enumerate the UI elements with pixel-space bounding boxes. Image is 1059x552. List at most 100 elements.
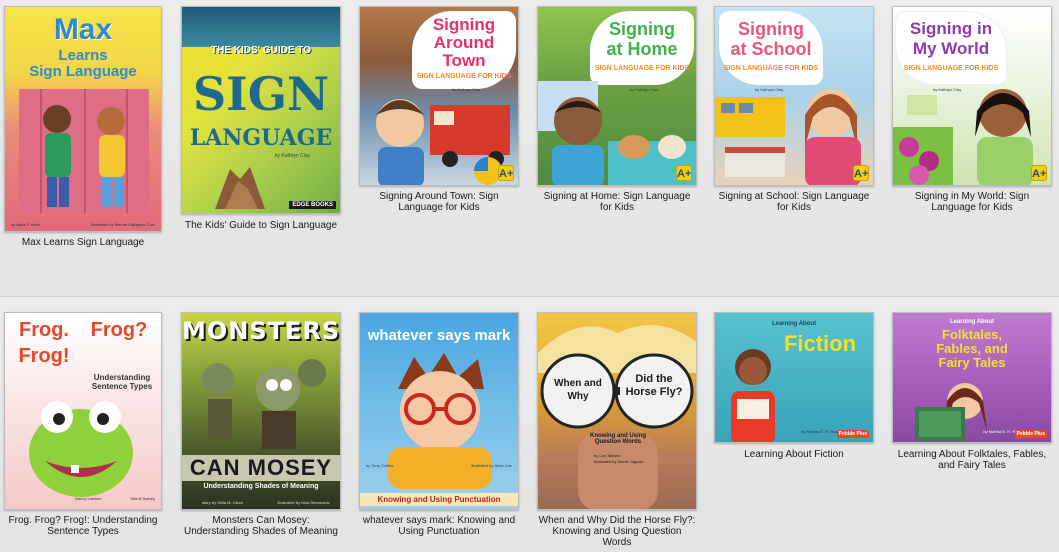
cover-title-line: Signing in [909, 19, 993, 38]
cover-series: SIGN LANGUAGE FOR KIDS [416, 73, 512, 80]
cover-title-line: whatever says mark [367, 327, 511, 344]
a-plus-badge-icon: A+ [676, 165, 692, 181]
book-title[interactable]: The Kids' Guide to Sign Language [181, 220, 341, 231]
book-title[interactable]: Signing at Home: Sign Language for Kids [537, 191, 697, 213]
cover-author: by Kathryn Clay [274, 153, 310, 159]
cover-title-line: THE KIDS' GUIDE TO [211, 45, 311, 56]
cover-illustration [893, 77, 1051, 185]
cover-illustration [374, 349, 506, 489]
hands-icon [210, 159, 270, 209]
cover-author: by Terry Collins [366, 463, 394, 468]
cover-author: Nancy Loewen [75, 496, 102, 501]
cover-title-line: CAN MOSEY [182, 455, 340, 481]
book-title[interactable]: Max Learns Sign Language [4, 237, 162, 248]
cover-illustration [538, 313, 696, 509]
book-item[interactable]: Frog. Frog? Frog! Understanding Sentence… [4, 312, 162, 542]
cover-illustration [182, 7, 340, 47]
book-item[interactable]: Signing at Home SIGN LANGUAGE FOR KIDS b… [537, 6, 697, 214]
cover-title-line: Signing [432, 15, 496, 34]
cover-publisher: EDGE BOOKS [289, 201, 336, 209]
cover-illustration [188, 349, 336, 449]
book-cover-signing-at-home[interactable]: Signing at Home SIGN LANGUAGE FOR KIDS b… [537, 6, 697, 186]
book-title[interactable]: Signing in My World: Sign Language for K… [892, 191, 1052, 213]
cover-title-line: Learning About [771, 321, 817, 327]
book-title[interactable]: Signing Around Town: Sign Language for K… [359, 191, 519, 213]
book-cover-learning-about-fiction[interactable]: Learning About Fiction by Martha E. H. R… [714, 312, 874, 443]
cover-illustrator: illustrated by Ivica Stevanovic [277, 500, 330, 505]
cover-title-line: My World [912, 39, 990, 58]
a-plus-badge-icon: A+ [1031, 165, 1047, 181]
book-cover-learning-about-folktales[interactable]: Learning About Folktales, Fables, and Fa… [892, 312, 1052, 443]
cover-illustration [723, 341, 783, 442]
cover-illustration [715, 77, 873, 185]
cover-title-line: Folktales, [942, 327, 1002, 342]
book-cover-max-learns-sign-language[interactable]: Max Learns Sign Language by Adria F. Kle… [4, 6, 162, 232]
book-title[interactable]: When and Why Did the Horse Fly?: Knowing… [537, 515, 697, 548]
a-plus-badge-icon: A+ [498, 165, 514, 181]
book-cover-when-and-why-horse-fly[interactable]: When and Why Did the Horse Fly? Knowing … [537, 312, 697, 510]
book-cover-signing-at-school[interactable]: Signing at School SIGN LANGUAGE FOR KIDS… [714, 6, 874, 186]
book-cover-kids-guide-sign-language[interactable]: THE KIDS' GUIDE TO SIGN LANGUAGE by Kath… [181, 6, 341, 214]
book-item[interactable]: When and Why Did the Horse Fly? Knowing … [537, 312, 697, 552]
cover-title-line: When and Why [554, 378, 602, 402]
cover-author: story by Gillia M. Olson [202, 500, 244, 505]
cover-title-line: Did the Horse Fly? [625, 373, 683, 398]
cover-title-line: MONSTERS [182, 317, 341, 345]
book-title[interactable]: Learning About Fiction [714, 449, 874, 460]
book-title[interactable]: Monsters Can Mosey: Understanding Shades… [181, 515, 341, 537]
cover-illustrator: Illustrated by Mernie Gallagher-Cole [90, 222, 155, 227]
book-cover-whatever-says-mark[interactable]: whatever says mark by Terry Collins illu… [359, 312, 519, 510]
cover-series: Understanding Shades of Meaning [203, 483, 319, 490]
book-item[interactable]: Max Learns Sign Language by Adria F. Kle… [4, 6, 162, 251]
cover-title-line: Frog! [18, 345, 70, 367]
a-plus-badge-icon: A+ [853, 165, 869, 181]
cover-title-line: Fairy Tales [938, 355, 1006, 370]
cover-series: Knowing and Using Punctuation [360, 493, 518, 506]
book-item[interactable]: MONSTERS CAN MOSEY Understanding Shades … [181, 312, 341, 542]
cover-title-line: SIGN [192, 67, 330, 121]
book-item[interactable]: Signing Around Town SIGN LANGUAGE FOR KI… [359, 6, 519, 214]
cover-series: SIGN LANGUAGE FOR KIDS [903, 65, 999, 72]
cover-title-line: Learns [58, 47, 108, 64]
cover-author: by Kathryn Clay [755, 87, 784, 92]
book-item[interactable]: whatever says mark by Terry Collins illu… [359, 312, 519, 542]
cover-series: Knowing and Using Question Words [590, 433, 646, 445]
cover-author: by Kathryn Clay [933, 87, 962, 92]
cover-title-line: Around [433, 33, 495, 52]
book-item[interactable]: Learning About Fiction by Martha E. H. R… [714, 312, 874, 472]
cover-title-line: Max [53, 13, 113, 46]
book-cover-signing-around-town[interactable]: Signing Around Town SIGN LANGUAGE FOR KI… [359, 6, 519, 186]
book-item[interactable]: Signing in My World SIGN LANGUAGE FOR KI… [892, 6, 1052, 214]
book-cover-frog-frog-frog[interactable]: Frog. Frog? Frog! Understanding Sentence… [4, 312, 162, 510]
cover-illustration [11, 383, 151, 503]
cover-title-line: Signing [738, 19, 804, 39]
book-title[interactable]: Frog. Frog? Frog!: Understanding Sentenc… [4, 515, 162, 537]
cover-illustration [360, 85, 518, 185]
book-cover-monsters-can-mosey[interactable]: MONSTERS CAN MOSEY Understanding Shades … [181, 312, 341, 510]
cover-title-line: Learning About [949, 319, 995, 325]
cover-illustrator: illustrated by Sean Cox [470, 463, 512, 468]
book-item[interactable]: Signing at School SIGN LANGUAGE FOR KIDS… [714, 6, 874, 214]
book-title[interactable]: Signing at School: Sign Language for Kid… [714, 191, 874, 213]
cover-series: SIGN LANGUAGE FOR KIDS [723, 65, 819, 72]
cover-author: by Kathryn Clay [452, 87, 481, 92]
book-title[interactable]: whatever says mark: Knowing and Using Pu… [359, 515, 519, 537]
book-item[interactable]: Learning About Folktales, Fables, and Fa… [892, 312, 1052, 482]
cover-illustrator: Merrill Rainey [130, 496, 155, 501]
book-cover-signing-in-my-world[interactable]: Signing in My World SIGN LANGUAGE FOR KI… [892, 6, 1052, 186]
cover-publisher: Pebble Plus [836, 430, 869, 438]
cover-illustration [19, 89, 149, 213]
cover-title-line: Fables, and [936, 341, 1008, 356]
cover-author: by Cari Meister [594, 453, 621, 458]
cover-title-line: Signing [609, 19, 675, 39]
cover-title-line: Frog? [90, 319, 148, 341]
cover-illustrator: illustrated by Marek Jagucki [594, 459, 644, 464]
cover-author: by Kathryn Clay [630, 87, 659, 92]
cover-author: by Adria F. Klein [11, 222, 40, 227]
book-item[interactable]: THE KIDS' GUIDE TO SIGN LANGUAGE by Kath… [181, 6, 341, 234]
cover-illustration [538, 81, 696, 185]
cover-title-line: LANGUAGE [189, 125, 333, 151]
cover-series: SIGN LANGUAGE FOR KIDS [594, 65, 690, 72]
cover-title-line: Sign Language [29, 63, 137, 80]
book-title[interactable]: Learning About Folktales, Fables, and Fa… [892, 449, 1052, 471]
